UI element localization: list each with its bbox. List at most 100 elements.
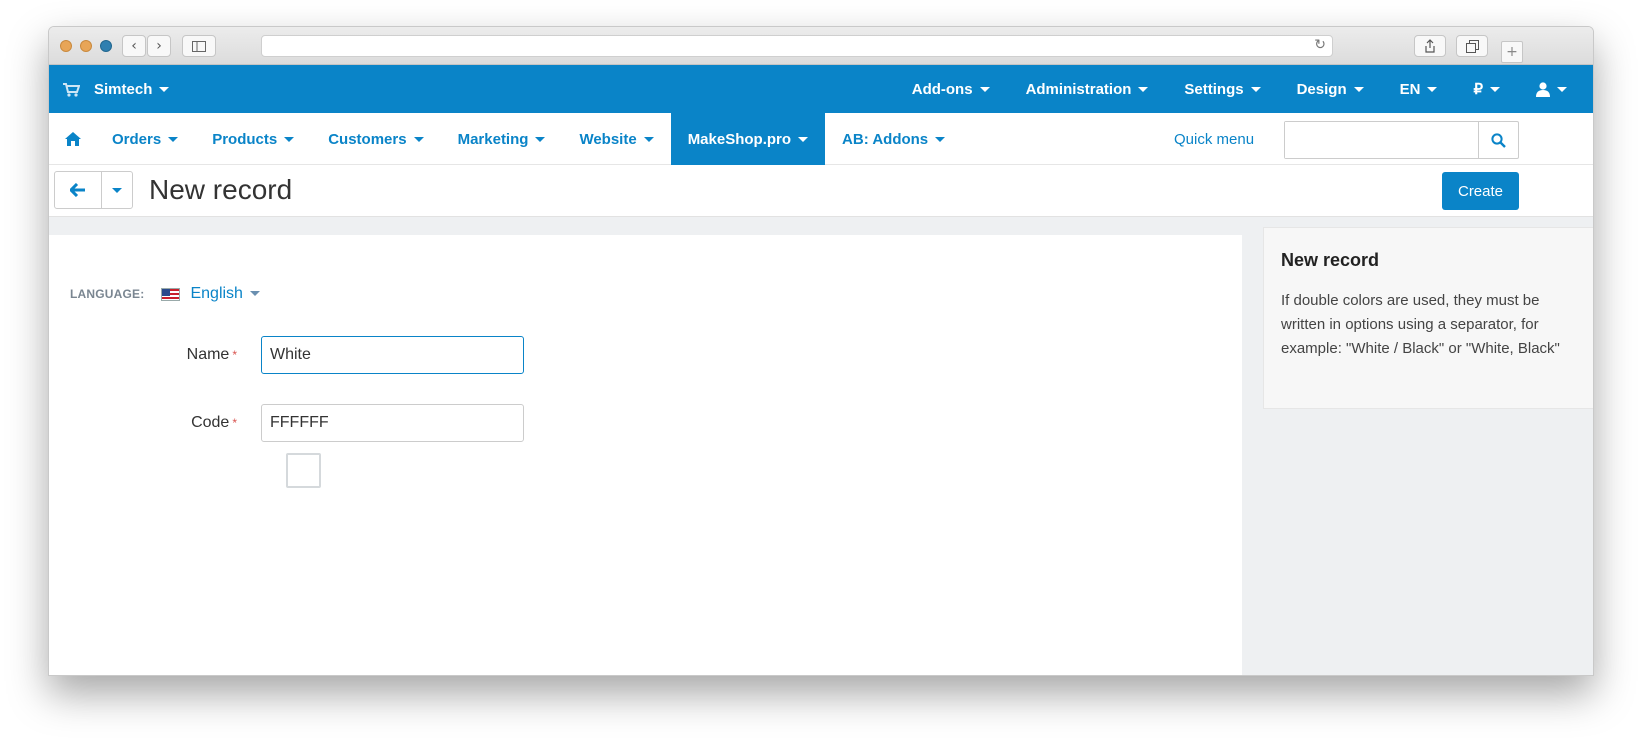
- caret-down-icon: [159, 87, 170, 93]
- chevron-left-icon: ‹: [131, 38, 137, 54]
- nav-ab-addons[interactable]: AB: Addons: [825, 113, 962, 165]
- topnav-language[interactable]: EN: [1382, 81, 1456, 98]
- code-label-text: Code: [191, 414, 230, 431]
- nav-products[interactable]: Products: [195, 113, 311, 165]
- caret-down-icon: [979, 86, 990, 92]
- create-button[interactable]: Create: [1442, 172, 1519, 210]
- topnav-currency[interactable]: ₽: [1455, 80, 1518, 98]
- browser-back-button[interactable]: ‹: [122, 35, 146, 57]
- language-selector: LANGUAGE: English: [70, 285, 260, 303]
- caret-down-icon: [798, 136, 809, 142]
- user-icon: [1536, 81, 1550, 97]
- language-dropdown[interactable]: English: [190, 285, 260, 303]
- topnav-design[interactable]: Design: [1279, 81, 1382, 98]
- name-field: Name *: [121, 336, 524, 374]
- main-navigation: Orders Products Customers Marketing Webs…: [49, 113, 1593, 165]
- browser-toolbar: ‹ › ↻ +: [49, 27, 1593, 65]
- nav-label: Orders: [112, 130, 162, 148]
- topnav-user-menu[interactable]: [1518, 81, 1593, 97]
- quick-menu-label: Quick menu: [1174, 130, 1255, 148]
- caret-down-icon: [535, 136, 546, 142]
- caret-down-icon: [413, 136, 424, 142]
- zoom-window-button[interactable]: [100, 40, 112, 52]
- topnav-label: ₽: [1473, 81, 1483, 98]
- store-switcher[interactable]: Simtech: [63, 65, 170, 113]
- nav-label: MakeShop.pro: [687, 130, 792, 148]
- topnav-label: Administration: [1025, 80, 1132, 98]
- page-header: New record Create: [49, 165, 1593, 217]
- nav-orders[interactable]: Orders: [95, 113, 195, 165]
- language-label: LANGUAGE:: [70, 287, 145, 301]
- top-navigation: Simtech Add-ons Administration Settings …: [49, 65, 1593, 113]
- caret-down-icon: [249, 291, 260, 297]
- sidebar-toggle-button[interactable]: [182, 35, 216, 57]
- required-marker: *: [232, 348, 237, 362]
- caret-down-icon: [1353, 86, 1364, 92]
- search-input[interactable]: [1285, 122, 1478, 158]
- share-icon: [1425, 39, 1435, 53]
- caret-down-icon: [1250, 86, 1261, 92]
- info-sidebar: New record If double colors are used, th…: [1263, 227, 1593, 409]
- browser-window: ‹ › ↻ + Simtech Add-ons Administration S…: [48, 26, 1594, 676]
- name-label: Name *: [121, 346, 261, 364]
- nav-label: AB: Addons: [842, 130, 929, 148]
- nav-makeshop[interactable]: MakeShop.pro: [670, 113, 826, 165]
- caret-down-icon: [643, 136, 654, 142]
- caret-down-icon: [1427, 86, 1438, 92]
- browser-forward-button[interactable]: ›: [147, 35, 171, 57]
- nav-website[interactable]: Website: [562, 113, 670, 165]
- topnav-label: EN: [1399, 80, 1421, 98]
- reload-icon[interactable]: ↻: [1314, 37, 1326, 53]
- nav-label: Website: [579, 130, 637, 148]
- caret-down-icon: [168, 136, 179, 142]
- sidebar-text: If double colors are used, they must be …: [1281, 292, 1560, 357]
- home-icon: [65, 132, 81, 146]
- sidebar-icon: [192, 40, 206, 52]
- us-flag-icon: [161, 287, 181, 301]
- caret-down-icon: [1490, 86, 1500, 92]
- tabs-icon: [1465, 39, 1479, 53]
- caret-down-icon: [112, 187, 122, 193]
- search-button[interactable]: [1478, 122, 1518, 158]
- plus-icon: +: [1506, 44, 1518, 60]
- nav-marketing[interactable]: Marketing: [441, 113, 563, 165]
- back-button[interactable]: [55, 172, 102, 208]
- nav-customers[interactable]: Customers: [311, 113, 440, 165]
- form-panel: LANGUAGE: English Name* Code*: [49, 235, 1242, 675]
- topnav-label: Design: [1296, 80, 1347, 98]
- code-label: Code *: [121, 414, 261, 432]
- quick-menu-link[interactable]: Quick menu: [1174, 113, 1254, 165]
- color-swatch[interactable]: [286, 453, 321, 488]
- name-label-text: Name: [186, 346, 230, 363]
- content-area: LANGUAGE: English Name* Code* New record…: [49, 217, 1593, 675]
- code-field: Code *: [121, 404, 524, 442]
- code-input[interactable]: [261, 404, 524, 442]
- caret-down-icon: [284, 136, 295, 142]
- nav-label: Products: [212, 130, 278, 148]
- search-box: [1284, 121, 1519, 159]
- back-button-group: [54, 171, 133, 209]
- topnav-label: Add-ons: [911, 80, 973, 98]
- language-value: English: [190, 285, 243, 302]
- chevron-right-icon: ›: [156, 38, 162, 54]
- store-name: Simtech: [94, 80, 153, 98]
- tabs-button[interactable]: [1456, 35, 1488, 57]
- address-bar[interactable]: ↻: [261, 35, 1333, 57]
- required-marker: *: [232, 416, 237, 430]
- minimize-window-button[interactable]: [80, 40, 92, 52]
- home-link[interactable]: [49, 113, 95, 165]
- topnav-administration[interactable]: Administration: [1008, 81, 1167, 98]
- name-input[interactable]: [261, 336, 524, 374]
- new-tab-button[interactable]: +: [1501, 41, 1523, 63]
- share-button[interactable]: [1414, 35, 1446, 57]
- arrow-left-icon: [70, 183, 85, 197]
- cart-icon: [63, 82, 80, 97]
- caret-down-icon: [935, 136, 946, 142]
- close-window-button[interactable]: [60, 40, 72, 52]
- topnav-addons[interactable]: Add-ons: [894, 81, 1008, 98]
- caret-down-icon: [1138, 86, 1149, 92]
- caret-down-icon: [1557, 86, 1567, 92]
- topnav-settings[interactable]: Settings: [1166, 81, 1278, 98]
- back-dropdown-button[interactable]: [102, 172, 132, 208]
- nav-label: Marketing: [457, 130, 529, 148]
